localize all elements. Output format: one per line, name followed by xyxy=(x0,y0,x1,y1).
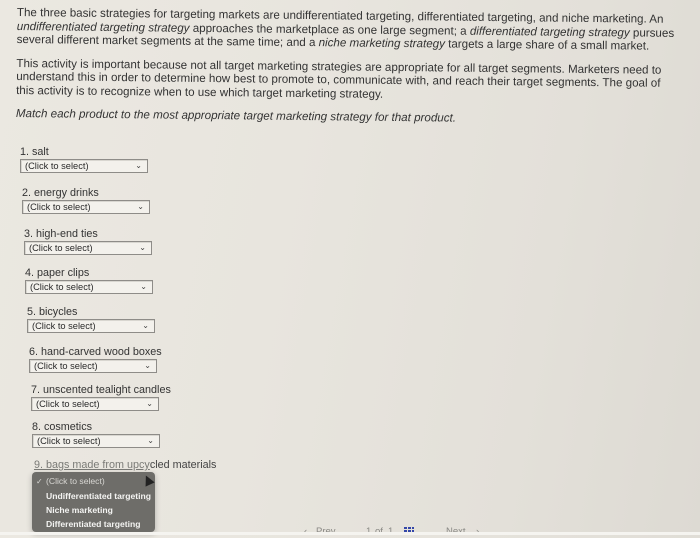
answer-select-8[interactable]: (Click to select) ⌄ xyxy=(32,434,160,448)
question-label: 6. hand-carved wood boxes xyxy=(29,346,162,358)
chevron-down-icon: ⌄ xyxy=(144,361,151,370)
select-value: (Click to select) xyxy=(27,202,91,212)
answer-select-2[interactable]: (Click to select) ⌄ xyxy=(22,200,150,214)
chevron-down-icon: ⌄ xyxy=(137,202,144,211)
question-2: 2. energy drinks (Click to select) ⌄ xyxy=(22,187,150,214)
chevron-down-icon: ⌄ xyxy=(146,399,153,408)
select-value: (Click to select) xyxy=(30,282,94,292)
select-value: (Click to select) xyxy=(37,436,101,446)
question-label-visible: cled materials xyxy=(149,459,217,471)
question-label: 1. salt xyxy=(20,146,49,158)
answer-select-6[interactable]: (Click to select) ⌄ xyxy=(29,359,157,373)
dropdown-option-niche[interactable]: Niche marketing xyxy=(32,503,155,517)
question-8: 8. cosmetics (Click to select) ⌄ xyxy=(32,421,160,448)
question-1: 1. salt (Click to select) ⌄ xyxy=(20,146,148,173)
activity-page: The three basic strategies for targeting… xyxy=(0,0,700,537)
intro-paragraph-1: The three basic strategies for targeting… xyxy=(17,6,677,53)
dropdown-option-click-to-select[interactable]: ✓ (Click to select) xyxy=(32,474,155,489)
term-undifferentiated: undifferentiated targeting strategy xyxy=(16,19,190,35)
instruction-text: Match each product to the most appropria… xyxy=(15,106,457,125)
question-label: 4. paper clips xyxy=(25,267,90,279)
chevron-down-icon: ⌄ xyxy=(135,161,142,170)
checkmark-icon: ✓ xyxy=(36,477,43,486)
term-niche: niche marketing strategy xyxy=(318,36,446,51)
term-differentiated: differentiated targeting strategy xyxy=(469,24,630,39)
intro-paragraph-2: This activity is important because not a… xyxy=(16,56,662,101)
question-label: 5. bicycles xyxy=(27,306,78,318)
question-3: 3. high-end ties (Click to select) ⌄ xyxy=(24,228,152,255)
chevron-down-icon: ⌄ xyxy=(142,321,149,330)
question-7: 7. unscented tealight candles (Click to … xyxy=(31,384,171,411)
chevron-down-icon: ⌄ xyxy=(140,282,147,291)
select-value: (Click to select) xyxy=(34,361,98,371)
question-label-obscured: 9. bags made from upcy xyxy=(34,459,150,471)
question-5: 5. bicycles (Click to select) ⌄ xyxy=(27,306,155,333)
select-value: (Click to select) xyxy=(29,243,93,253)
dropdown-option-differentiated[interactable]: Differentiated targeting xyxy=(32,517,155,531)
question-6: 6. hand-carved wood boxes (Click to sele… xyxy=(29,346,162,373)
answer-select-3[interactable]: (Click to select) ⌄ xyxy=(24,241,152,255)
answer-select-7[interactable]: (Click to select) ⌄ xyxy=(31,397,159,411)
answer-select-1[interactable]: (Click to select) ⌄ xyxy=(20,159,148,173)
question-label: 8. cosmetics xyxy=(32,421,92,433)
question-4: 4. paper clips (Click to select) ⌄ xyxy=(25,267,153,294)
select-value: (Click to select) xyxy=(36,399,100,409)
intro-text: The three basic strategies for targeting… xyxy=(16,6,677,137)
question-label: 2. energy drinks xyxy=(22,187,99,199)
select-value: (Click to select) xyxy=(25,161,89,171)
question-label: 3. high-end ties xyxy=(24,228,98,240)
question-label: 7. unscented tealight candles xyxy=(31,384,171,396)
dropdown-option-undifferentiated[interactable]: Undifferentiated targeting xyxy=(32,489,155,503)
question-9-label: 9. bags made from upcycled materials xyxy=(34,459,216,471)
answer-select-5[interactable]: (Click to select) ⌄ xyxy=(27,319,155,333)
intro-text-segment: targets a large share of a small market. xyxy=(444,37,650,53)
chevron-down-icon: ⌄ xyxy=(147,436,154,445)
answer-select-4[interactable]: (Click to select) ⌄ xyxy=(25,280,153,294)
option-label: (Click to select) xyxy=(46,476,105,486)
answer-dropdown-9[interactable]: ✓ (Click to select) Undifferentiated targ… xyxy=(32,472,155,532)
chevron-down-icon: ⌄ xyxy=(139,243,146,252)
select-value: (Click to select) xyxy=(32,321,96,331)
